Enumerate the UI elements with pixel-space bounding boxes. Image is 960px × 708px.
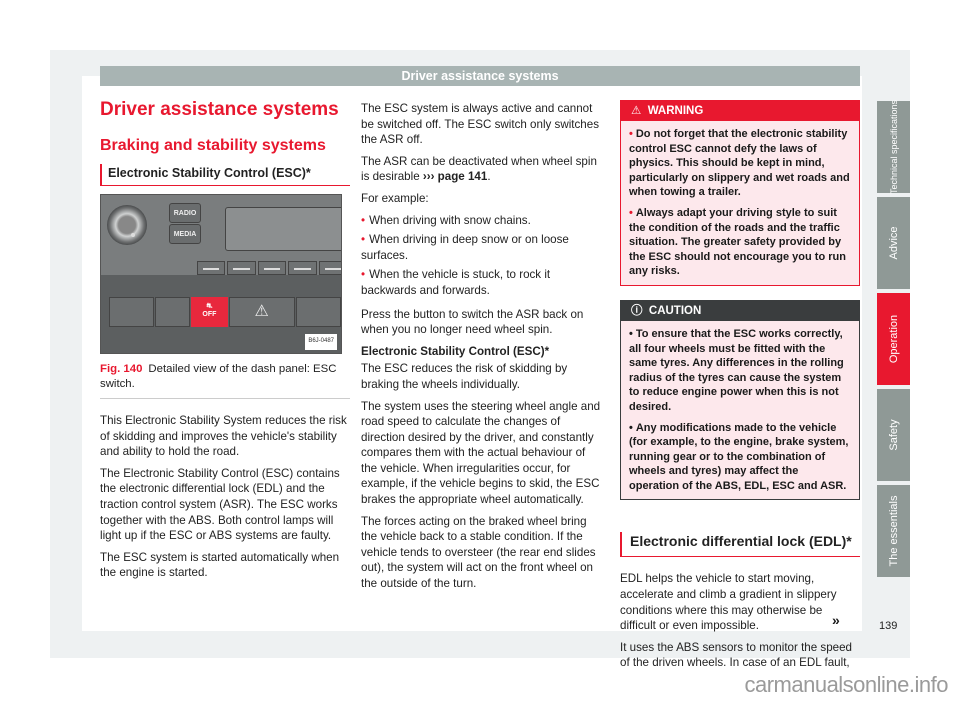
list-item: • When the vehicle is stuck, to rock it b… <box>361 268 551 297</box>
bullet-icon: • <box>629 327 633 340</box>
paragraph: EDL helps the vehicle to start moving, a… <box>620 572 837 633</box>
page-reference-link[interactable]: ››› page 141 <box>423 170 487 183</box>
preset-buttons <box>197 261 341 275</box>
list-item: • When driving with snow chains. <box>361 213 531 227</box>
subsection-title: Electronic Stability Control (ESC)* <box>100 164 350 186</box>
bullet-icon: • <box>629 206 633 219</box>
tab-safety[interactable]: Safety <box>877 389 910 481</box>
figure-140: RADIO MEDIA ⛐ OFF ⚠ B6J-0487 Fig. 140 De… <box>100 194 350 399</box>
bullet-list: • When driving with snow chains. • When dr… <box>361 213 603 299</box>
column-right: ⚠ WARNING • Do not forget that the electr… <box>620 100 860 677</box>
paragraph: The ESC system is started automatically … <box>100 550 340 580</box>
running-header: Driver assistance systems <box>100 66 860 86</box>
watermark: carmanualsonline.info <box>744 672 948 697</box>
tab-the-essentials[interactable]: The essentials <box>877 485 910 577</box>
subheading: Electronic Stability Control (ESC)* <box>361 344 550 358</box>
paragraph: For example: <box>361 191 429 205</box>
column-middle: The ESC system is always active and cann… <box>361 101 603 598</box>
paragraph: The ESC reduces the risk of skidding by … <box>361 362 568 391</box>
tab-operation[interactable]: Operation <box>877 293 910 385</box>
radio-button: RADIO <box>169 203 201 223</box>
paragraph: The forces acting on the braked wheel br… <box>361 514 596 591</box>
paragraph: The ASR can be deactivated when wheel sp… <box>361 154 597 184</box>
warning-box: ⚠ WARNING • Do not forget that the electr… <box>620 100 860 286</box>
warning-item: • Do not forget that the electronic stabi… <box>629 128 850 199</box>
switch-row: ⛐ OFF ⚠ <box>101 297 341 327</box>
media-button: MEDIA <box>169 224 201 244</box>
bullet-icon: • <box>361 213 366 227</box>
bullet-icon: • <box>629 421 633 434</box>
warning-header: ⚠ WARNING <box>621 101 859 121</box>
paragraph: Press the button to switch the ASR back … <box>361 307 584 337</box>
bullet-icon: • <box>361 233 366 247</box>
bullet-icon: • <box>629 128 633 140</box>
tab-advice[interactable]: Advice <box>877 197 910 289</box>
list-item: • When driving in deep snow or on loose s… <box>361 233 569 262</box>
chapter-title: Driver assistance systems <box>100 99 339 120</box>
paragraph: The Electronic Stability Control (ESC) c… <box>100 466 340 543</box>
figure-code: B6J-0487 <box>305 334 337 350</box>
edl-heading: Electronic differential lock (EDL)* <box>620 532 860 558</box>
paragraph: The system uses the steering wheel angle… <box>361 399 601 507</box>
tab-technical-specifications[interactable]: Technical specifications <box>877 100 910 194</box>
chapter-tabs: Technical specifications Advice Operatio… <box>877 100 910 581</box>
caution-item: • Any modifications made to the vehicle (… <box>629 421 849 492</box>
section-title: Braking and stability systems <box>100 137 326 154</box>
skid-car-icon: ⛐ <box>206 303 213 310</box>
display-screen <box>225 207 341 251</box>
caution-item: • To ensure that the ESC works correctly,… <box>629 327 844 413</box>
esc-off-switch: ⛐ OFF <box>191 297 228 327</box>
paragraph: It uses the ABS sensors to monitor the s… <box>620 640 853 670</box>
hazard-warning-icon: ⚠ <box>228 297 295 327</box>
bullet-icon: • <box>361 268 366 282</box>
figure-number: Fig. 140 <box>100 363 143 375</box>
page-number: 139 <box>879 620 898 632</box>
paragraph: This Electronic Stability System reduces… <box>100 414 347 459</box>
warning-item: • Always adapt your driving style to suit… <box>629 206 846 278</box>
warning-triangle-icon: ⚠ <box>631 105 642 117</box>
dash-panel-illustration: RADIO MEDIA ⛐ OFF ⚠ B6J-0487 <box>100 194 342 354</box>
caution-icon: ⓘ <box>631 304 643 317</box>
paragraph: The ESC system is always active and cann… <box>361 102 599 147</box>
caution-header: ⓘ CAUTION <box>621 300 859 321</box>
figure-caption: Fig. 140 Detailed view of the dash panel:… <box>100 363 337 390</box>
volume-knob <box>107 205 147 245</box>
continue-arrow-icon: » <box>832 612 840 628</box>
column-left: Driver assistance systems Braking and st… <box>100 98 350 587</box>
caution-box: ⓘ CAUTION • To ensure that the ESC works … <box>620 299 860 501</box>
